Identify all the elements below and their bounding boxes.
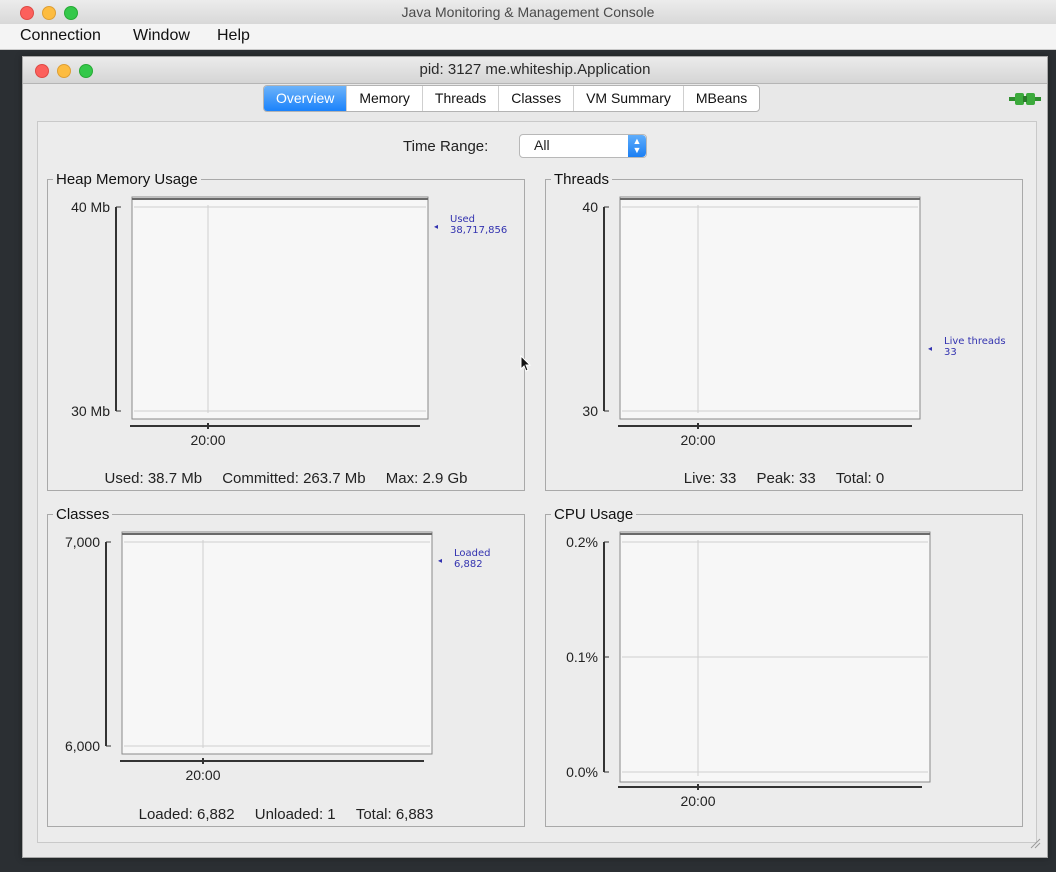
x-tick-label: 20:00 [190,432,225,448]
classes-unloaded: Unloaded: 1 [254,806,336,823]
classes-total: Total: 6,883 [355,806,434,823]
y-tick-label: 40 [582,199,598,215]
connection-window: pid: 3127 me.whiteship.Application Overv… [22,56,1048,858]
heap-legend-value: 38,717,856 [450,225,508,236]
plot-area [131,196,429,420]
cpu-usage-chart: 0.2% 0.1% 0.0% 20:00 [566,531,931,809]
plot-area [121,531,433,755]
threads-peak: Peak: 33 [756,470,816,487]
menu-help[interactable]: Help [217,27,250,45]
classes-legend: ◂ Loaded 6,882 [438,548,491,570]
tab-threads[interactable]: Threads [423,86,500,111]
tab-memory[interactable]: Memory [347,86,423,111]
classes-chart: 7,000 6,000 20:00 [65,531,433,783]
app-titlebar: Java Monitoring & Management Console [0,0,1056,25]
classes-summary: Loaded: 6,882 Unloaded: 1 Total: 6,883 [48,806,524,823]
heap-max: Max: 2.9 Gb [385,470,468,487]
plot-area [619,196,921,420]
connection-title: pid: 3127 me.whiteship.Application [419,61,651,78]
menu-window[interactable]: Window [133,27,190,45]
tab-bar: Overview Memory Threads Classes VM Summa… [263,85,761,112]
threads-legend-value: 33 [944,347,957,358]
y-tick-label: 6,000 [65,738,100,754]
y-tick-label: 0.0% [566,764,598,780]
threads-legend-name: Live threads [944,336,1006,347]
plug-connected-icon[interactable] [1009,90,1041,108]
legend-marker-icon: ◂ [438,556,443,565]
connection-titlebar: pid: 3127 me.whiteship.Application [23,57,1047,84]
x-tick-label: 20:00 [680,432,715,448]
heap-used: Used: 38.7 Mb [104,470,203,487]
time-range-label: Time Range: [403,138,489,155]
y-tick-label: 40 Mb [71,199,110,215]
y-tick-label: 0.2% [566,534,598,550]
time-range-value: All [534,137,550,153]
threads-total: Total: 0 [835,470,885,487]
x-tick-label: 20:00 [185,767,220,783]
heap-memory-panel: Heap Memory Usage 40 Mb 30 Mb 20:00 ◂ Used… [47,171,525,491]
y-tick-label: 30 Mb [71,403,110,419]
legend-marker-icon: ◂ [928,344,933,353]
tab-mbeans[interactable]: MBeans [684,86,759,111]
tab-classes[interactable]: Classes [499,86,575,111]
classes-legend-name: Loaded [454,548,491,559]
heap-legend: ◂ Used 38,717,856 [434,214,508,236]
menu-bar: Connection Window Help [0,24,1056,50]
threads-legend: ◂ Live threads 33 [928,336,1006,358]
app-title: Java Monitoring & Management Console [401,4,655,20]
resize-grip-icon[interactable] [1029,837,1041,849]
heap-legend-name: Used [450,214,476,225]
tab-vm-summary[interactable]: VM Summary [574,86,684,111]
y-tick-label: 0.1% [566,649,598,665]
threads-live: Live: 33 [683,470,737,487]
cpu-usage-panel: CPU Usage 0.2% 0.1% 0.0% 20:00 [545,506,1023,827]
classes-legend-value: 6,882 [454,559,483,570]
threads-chart: 40 30 20:00 [582,196,921,448]
tab-overview[interactable]: Overview [264,86,348,111]
legend-marker-icon: ◂ [434,222,439,231]
classes-loaded: Loaded: 6,882 [138,806,235,823]
y-tick-label: 7,000 [65,534,100,550]
mouse-pointer-icon [520,355,532,372]
time-range-select[interactable]: All ▲ ▼ [519,134,647,158]
chevron-up-down-icon: ▲ ▼ [628,135,646,157]
heap-committed: Committed: 263.7 Mb [222,470,366,487]
menu-connection[interactable]: Connection [20,27,101,45]
x-tick-label: 20:00 [680,793,715,809]
heap-summary: Used: 38.7 Mb Committed: 263.7 Mb Max: 2… [48,470,524,487]
y-tick-label: 30 [582,403,598,419]
threads-panel: Threads 40 30 20:00 ◂ Live threads 33 Live… [545,171,1023,491]
classes-panel: Classes 7,000 6,000 20:00 ◂ Loaded 6,882 L… [47,506,525,827]
threads-summary: Live: 33 Peak: 33 Total: 0 [546,470,1022,487]
